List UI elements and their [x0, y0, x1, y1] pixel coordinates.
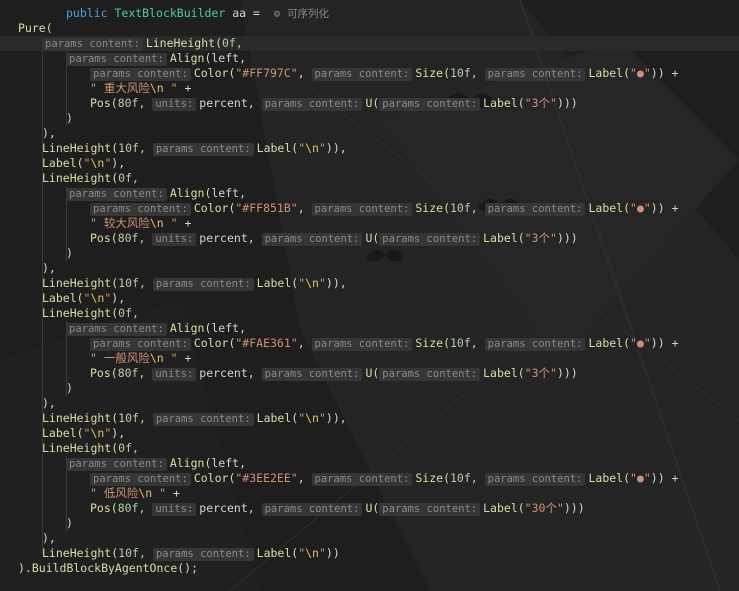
- code-line-text[interactable]: " 较大风险\n " +: [90, 216, 191, 231]
- units-hint: units:: [152, 368, 197, 381]
- code-line-align[interactable]: params content: Align(left,: [66, 186, 246, 201]
- color-value: "#FF797C": [235, 66, 298, 80]
- param-hint: params content:: [152, 143, 254, 156]
- gear-icon[interactable]: ⚙: [274, 8, 280, 20]
- code-line-label[interactable]: Label("\n"),: [42, 156, 125, 171]
- param-hint: params content:: [484, 68, 586, 81]
- param-hint: params content:: [484, 473, 586, 486]
- keyword-public: public: [66, 6, 108, 20]
- risk-count: "30个": [524, 501, 564, 515]
- units-hint: units:: [152, 503, 197, 516]
- code-line-align[interactable]: params content: Align(left,: [66, 321, 246, 336]
- code-line-text[interactable]: " 一般风险\n " +: [90, 351, 191, 366]
- code-line-close[interactable]: ): [66, 516, 73, 531]
- code-line-pos[interactable]: Pos(80f, units: percent, params content: U…: [90, 96, 578, 111]
- code-line-lineheight[interactable]: LineHeight(10f, params content: Label("\n…: [42, 411, 347, 426]
- param-hint: params content:: [66, 53, 167, 66]
- variable-aa: aa: [232, 6, 247, 20]
- code-line-align[interactable]: params content: Align(left,: [66, 456, 246, 471]
- color-value: "#3EE2EE": [235, 471, 298, 485]
- risk-label: " 低风险: [90, 486, 139, 500]
- param-hint: params content:: [484, 203, 586, 216]
- units-hint: units:: [152, 98, 197, 111]
- code-line-build[interactable]: ).BuildBlockByAgentOnce();: [18, 561, 198, 576]
- code-line-label[interactable]: Label("\n"),: [42, 426, 125, 441]
- code-line-color[interactable]: params content: Color("#FF797C", params c…: [90, 66, 679, 81]
- code-line-close[interactable]: ): [66, 381, 73, 396]
- risk-label: " 重大风险: [90, 81, 150, 95]
- param-hint: params content:: [311, 203, 413, 216]
- code-line-text[interactable]: " 低风险\n " +: [90, 486, 180, 501]
- code-line-close[interactable]: ): [66, 246, 73, 261]
- param-hint: params content:: [66, 323, 167, 336]
- risk-count: "3个": [524, 231, 557, 245]
- param-hint: params content:: [42, 38, 143, 51]
- risk-label: " 较大风险: [90, 216, 150, 230]
- code-line-lineheight[interactable]: LineHeight(0f,: [42, 171, 139, 186]
- code-line-color[interactable]: params content: Color("#FAE361", params c…: [90, 336, 679, 351]
- code-line-close[interactable]: ),: [42, 396, 56, 411]
- param-hint: params content:: [152, 413, 254, 426]
- units-hint: units:: [152, 233, 197, 246]
- param-hint: params content:: [311, 338, 413, 351]
- param-hint: params content:: [311, 473, 413, 486]
- code-line-lineheight[interactable]: LineHeight(10f, params content: Label("\n…: [42, 276, 347, 291]
- param-hint: params content:: [90, 473, 191, 486]
- param-hint: params content:: [90, 338, 191, 351]
- color-value: "#FF851B": [235, 201, 298, 215]
- code-line-lineheight[interactable]: LineHeight(10f, params content: Label("\n…: [42, 546, 340, 561]
- code-line-lineheight[interactable]: LineHeight(10f, params content: Label("\n…: [42, 141, 347, 156]
- param-hint: params content:: [261, 368, 363, 381]
- param-hint: params content:: [379, 503, 481, 516]
- param-hint: params content:: [261, 233, 363, 246]
- param-hint: params content:: [66, 458, 167, 471]
- param-hint: params content:: [379, 233, 481, 246]
- param-hint: params content:: [484, 338, 586, 351]
- param-hint: params content:: [311, 68, 413, 81]
- param-hint: params content:: [90, 68, 191, 81]
- risk-count: "3个": [524, 96, 557, 110]
- code-line-close[interactable]: ),: [42, 261, 56, 276]
- code-line-close[interactable]: ): [66, 111, 73, 126]
- param-hint: params content:: [152, 548, 254, 561]
- param-hint: params content:: [379, 368, 481, 381]
- param-hint: params content:: [261, 503, 363, 516]
- code-line-lineheight[interactable]: params content: LineHeight(0f,: [0, 36, 739, 51]
- param-hint: params content:: [379, 98, 481, 111]
- code-line-pure[interactable]: Pure(: [18, 21, 53, 36]
- code-line-close[interactable]: ),: [42, 531, 56, 546]
- code-line-pos[interactable]: Pos(80f, units: percent, params content: U…: [90, 231, 578, 246]
- code-line-lineheight[interactable]: LineHeight(0f,: [42, 306, 139, 321]
- code-line-label[interactable]: Label("\n"),: [42, 291, 125, 306]
- param-hint: params content:: [66, 188, 167, 201]
- code-line-pos[interactable]: Pos(80f, units: percent, params content: U…: [90, 501, 585, 516]
- code-line-color[interactable]: params content: Color("#3EE2EE", params c…: [90, 471, 679, 486]
- code-line-align[interactable]: params content: Align(left,: [66, 51, 246, 66]
- risk-label: " 一般风险: [90, 351, 150, 365]
- build-call: ).BuildBlockByAgentOnce();: [18, 561, 199, 575]
- param-hint: params content:: [152, 278, 254, 291]
- code-line-text[interactable]: " 重大风险\n " +: [90, 81, 191, 96]
- code-line-lineheight[interactable]: LineHeight(0f,: [42, 441, 139, 456]
- color-value: "#FAE361": [235, 336, 298, 350]
- codelens-serializable[interactable]: 可序列化: [287, 8, 329, 20]
- type-textblockbuilder: TextBlockBuilder: [114, 6, 226, 20]
- code-line-color[interactable]: params content: Color("#FF851B", params c…: [90, 201, 679, 216]
- risk-count: "3个": [524, 366, 557, 380]
- param-hint: params content:: [261, 98, 363, 111]
- code-line-pos[interactable]: Pos(80f, units: percent, params content: U…: [90, 366, 578, 381]
- code-line-close[interactable]: ),: [42, 126, 56, 141]
- param-hint: params content:: [90, 203, 191, 216]
- code-line-declaration[interactable]: public TextBlockBuilder aa = ⚙ 可序列化: [66, 6, 329, 21]
